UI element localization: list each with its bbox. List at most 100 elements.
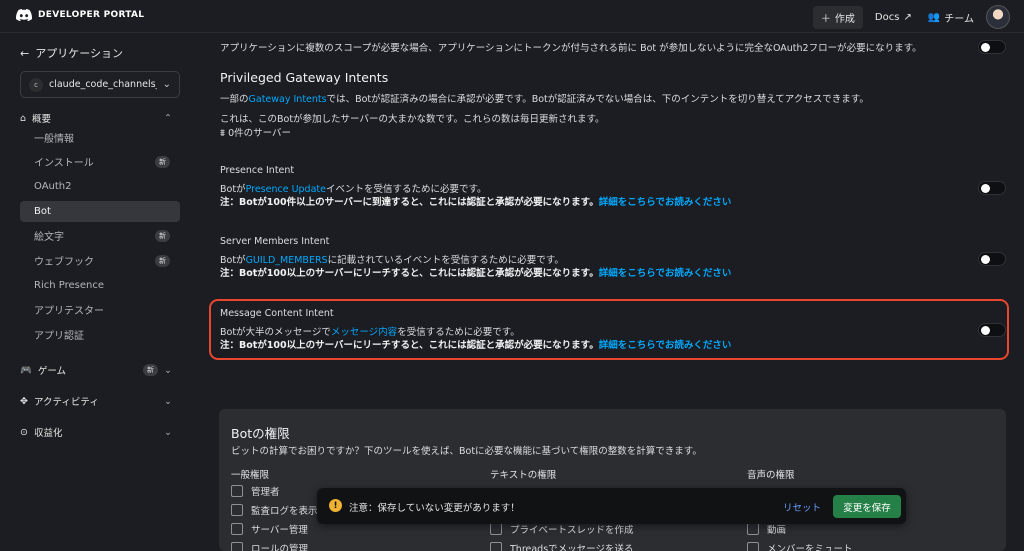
sidebar-item-label: Rich Presence: [34, 280, 104, 291]
application-selector[interactable]: c claude_code_channels_de ⌄: [20, 71, 180, 98]
back-to-applications-link[interactable]: ← アプリケーション: [20, 45, 123, 61]
external-arrow-icon: ↗: [903, 11, 912, 23]
activities-section-header[interactable]: ✥ アクティビティ ⌄: [20, 394, 172, 409]
docs-link[interactable]: Docs ↗: [871, 12, 916, 23]
plus-icon: ＋: [820, 13, 831, 25]
new-badge: 新: [143, 364, 159, 376]
chevron-down-icon: ⌄: [162, 79, 171, 90]
sidebar-item-webhooks[interactable]: ウェブフック 新: [20, 250, 180, 271]
read-more-link[interactable]: 詳細をこちらでお読みください: [599, 197, 732, 208]
warning-icon: !: [329, 499, 342, 512]
games-label: ゲーム: [37, 366, 67, 377]
checkbox[interactable]: [747, 542, 759, 551]
server-members-intent-desc: BotがGUILD_MEMBERSに記載されているイベントを受信するために必要で…: [220, 252, 564, 266]
presence-intent-title: Presence Intent: [220, 165, 295, 176]
bot-permissions-title: Botの権限: [231, 426, 290, 441]
app-name: claude_code_channels_de: [49, 79, 157, 90]
perm-send-messages-in-threads[interactable]: Threadsでメッセージを送る: [490, 541, 633, 551]
bot-permissions-card: Botの権限 ビットの計算でお困りですか？下のツールを使えば、Botに必要な機能…: [219, 409, 1006, 551]
read-more-link[interactable]: 詳細をこちらでお読みください: [599, 268, 732, 279]
perm-manage-roles[interactable]: ロールの管理: [231, 541, 308, 551]
perm-manage-server[interactable]: サーバー管理: [231, 522, 308, 536]
home-icon: ⌂: [20, 112, 27, 124]
desc-text: では、Botが認証済みの場合に承認が必要です。Botが認証済みでない場合は、下の…: [326, 94, 869, 105]
desc-text: 一部の: [220, 94, 249, 105]
checkbox[interactable]: [231, 542, 243, 551]
note-text: 注：Botが100以上のサーバーにリーチすると、これには認証と承認が必要になりま…: [220, 340, 599, 351]
sidebar-item-label: Bot: [34, 206, 51, 217]
read-more-link[interactable]: 詳細をこちらでお読みください: [599, 340, 732, 351]
sidebar-item-label: インストール: [34, 158, 94, 169]
server-icon: ⩩: [220, 128, 229, 139]
perm-label: ロールの管理: [251, 544, 309, 551]
user-avatar[interactable]: [986, 5, 1010, 29]
sidebar-item-app-verification[interactable]: アプリ認証: [20, 324, 180, 345]
gamepad-icon: 🎮: [20, 364, 32, 376]
checkbox[interactable]: [490, 542, 502, 551]
voice-permissions-header: 音声の権限: [747, 470, 795, 481]
require-oauth2-toggle[interactable]: [978, 40, 1006, 54]
docs-label: Docs: [874, 11, 900, 23]
note-text: 注：Botが100件以上のサーバーに到達すると、これには認証と承認が必要になりま…: [220, 197, 599, 208]
reset-button[interactable]: リセット: [783, 500, 821, 514]
new-badge: 新: [155, 155, 170, 168]
perm-label: サーバー管理: [251, 525, 308, 536]
sidebar-item-label: ウェブフック: [34, 257, 94, 268]
gateway-intents-link[interactable]: Gateway Intents: [249, 94, 327, 105]
perm-video[interactable]: 動画: [747, 522, 786, 536]
new-badge: 新: [155, 229, 170, 242]
note-text: 注：Botが100以上のサーバーにリーチすると、これには認証と承認が必要になりま…: [220, 268, 599, 279]
perm-view-audit-log[interactable]: 監査ログを表示: [231, 503, 318, 517]
checkbox[interactable]: [231, 523, 243, 535]
monetization-section-header[interactable]: ⊙ 収益化 ⌄: [20, 425, 172, 440]
checkbox[interactable]: [231, 485, 243, 497]
presence-intent-toggle[interactable]: [978, 181, 1006, 195]
sidebar: ← アプリケーション c claude_code_channels_de ⌄ ⌂…: [0, 33, 192, 551]
monetization-label: 収益化: [33, 428, 63, 439]
message-content-intent-toggle[interactable]: [978, 323, 1006, 337]
chevron-down-icon: ⌄: [164, 426, 172, 438]
checkbox[interactable]: [747, 523, 759, 535]
games-section-header[interactable]: 🎮 ゲーム 新 ⌄: [20, 363, 172, 377]
overview-section-header[interactable]: ⌂ 概要 ⌃: [20, 111, 172, 126]
sidebar-item-rich-presence[interactable]: Rich Presence: [20, 275, 180, 296]
perm-administrator[interactable]: 管理者: [231, 484, 280, 498]
sidebar-item-label: 絵文字: [34, 232, 64, 243]
sidebar-item-oauth2[interactable]: OAuth2: [20, 176, 180, 197]
general-permissions-header: 一般権限: [231, 470, 270, 481]
server-members-intent-note: 注：Botが100以上のサーバーにリーチすると、これには認証と承認が必要になりま…: [220, 265, 731, 279]
server-count-note: これは、このBotが参加したサーバーの大まかな数です。これらの数は毎日更新されま…: [220, 114, 605, 125]
server-members-intent-toggle[interactable]: [978, 252, 1006, 266]
team-button[interactable]: 👥 チーム: [924, 10, 978, 25]
perm-label: 監査ログを表示: [251, 506, 318, 517]
chevron-down-icon: ⌄: [164, 395, 172, 407]
sidebar-item-label: アプリテスター: [34, 306, 104, 317]
perm-label: メンバーをミュート: [767, 544, 853, 551]
sidebar-item-bot[interactable]: Bot: [20, 201, 180, 222]
arrow-left-icon: ←: [20, 46, 30, 60]
sidebar-item-app-testers[interactable]: アプリテスター: [20, 299, 180, 320]
developer-portal-logo[interactable]: DEVELOPER PORTAL: [16, 9, 144, 21]
perm-mute-members[interactable]: メンバーをミュート: [747, 541, 853, 551]
checkbox[interactable]: [231, 504, 243, 516]
money-icon: ⊙: [20, 426, 28, 438]
server-count-value: 0件のサーバー: [228, 128, 292, 139]
create-button[interactable]: ＋ 作成: [812, 5, 863, 29]
perm-label: プライベートスレッドを作成: [510, 525, 634, 536]
sidebar-item-general-info[interactable]: 一般情報: [20, 127, 180, 148]
create-label: 作成: [834, 13, 855, 25]
checkbox[interactable]: [490, 523, 502, 535]
perm-create-private-threads[interactable]: プライベートスレッドを作成: [490, 522, 634, 536]
sidebar-item-emoji[interactable]: 絵文字 新: [20, 225, 180, 246]
privileged-intents-title: Privileged Gateway Intents: [220, 70, 389, 85]
activities-icon: ✥: [20, 395, 28, 407]
discord-logo-icon: [16, 9, 32, 21]
server-count: ⩩ 0件のサーバー: [220, 125, 291, 139]
perm-label: 動画: [767, 525, 787, 536]
activities-label: アクティビティ: [33, 397, 99, 408]
message-content-intent-desc: Botが大半のメッセージでメッセージ内容を受信するために必要です。: [220, 324, 520, 338]
back-label: アプリケーション: [35, 47, 123, 60]
sidebar-item-install[interactable]: インストール 新: [20, 151, 180, 172]
team-label: チーム: [944, 13, 974, 25]
save-changes-button[interactable]: 変更を保存: [833, 495, 901, 518]
